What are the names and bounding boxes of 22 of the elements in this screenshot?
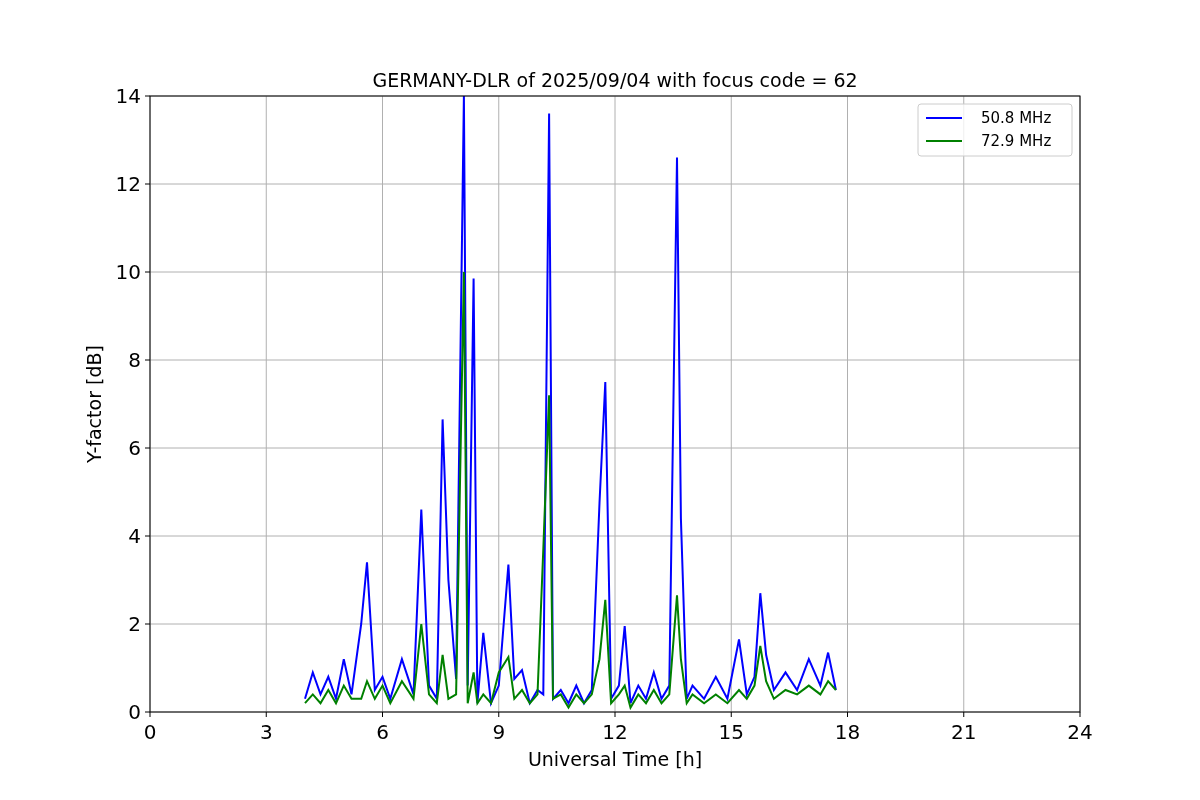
y-tick-label: 6 [128,436,141,460]
y-axis-label: Y-factor [dB] [83,345,105,463]
x-tick-label: 21 [951,720,977,744]
y-tick-label: 8 [128,348,141,372]
x-tick-label: 0 [143,720,157,744]
x-tick-label: 6 [376,720,389,744]
y-tick-label: 12 [115,172,141,196]
legend-label: 72.9 MHz [981,132,1052,150]
x-tick-label: 9 [492,720,506,744]
x-axis-label: Universal Time [h] [527,748,703,770]
y-tick-label: 0 [128,700,141,724]
y-tick-label: 14 [115,84,141,108]
x-tick-label: 12 [602,720,628,744]
y-tick-label: 10 [115,260,141,284]
x-tick-label: 3 [259,720,273,744]
x-tick-label: 18 [834,720,861,744]
chart-title: GERMANY-DLR of 2025/09/04 with focus code = 62 [372,69,858,91]
y-tick-label: 2 [128,612,141,636]
x-tick-label: 24 [1067,720,1093,744]
x-tick-label: 15 [718,720,744,744]
legend-label: 50.8 MHz [981,109,1052,127]
y-tick-label: 4 [128,524,141,548]
